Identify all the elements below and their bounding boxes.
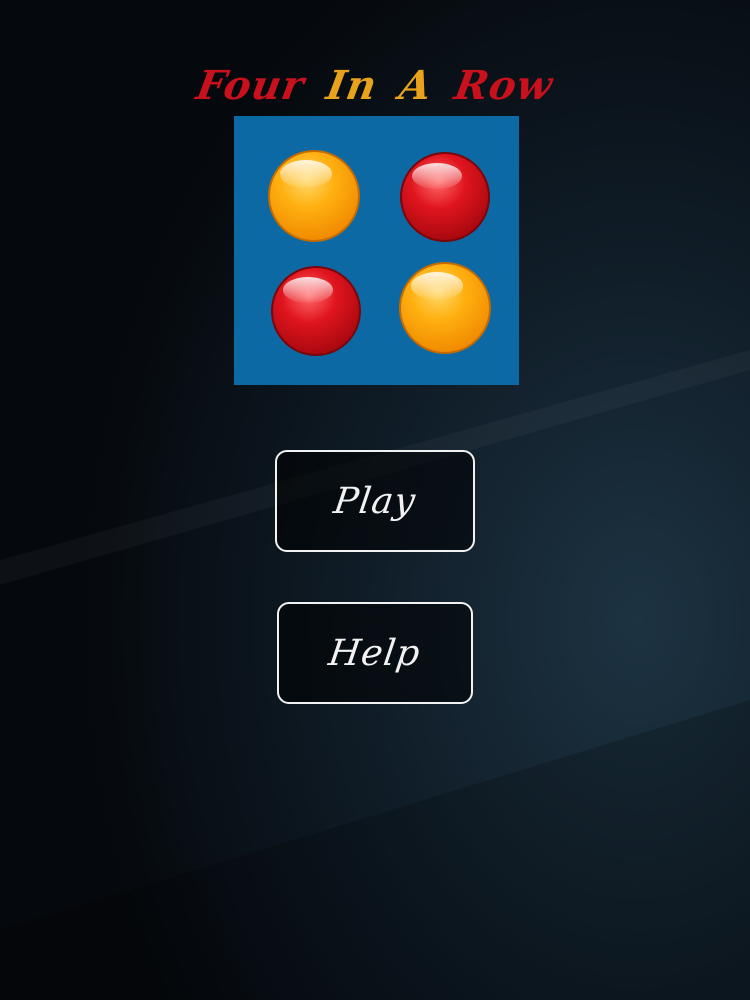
- help-button-label: Help: [326, 632, 424, 674]
- play-button[interactable]: Play: [275, 450, 475, 552]
- red-disc-icon: [271, 266, 361, 356]
- game-logo: [234, 116, 519, 385]
- orange-disc-icon: [268, 150, 360, 242]
- help-button[interactable]: Help: [277, 602, 473, 704]
- play-button-label: Play: [331, 480, 419, 522]
- title-word-in: In: [323, 62, 382, 109]
- orange-disc-icon: [399, 262, 491, 354]
- red-disc-icon: [400, 152, 490, 242]
- title-word-four: Four: [193, 62, 309, 109]
- title-word-a: A: [396, 62, 437, 109]
- title-word-row: Row: [451, 62, 557, 109]
- game-title: Four In A Row: [0, 58, 750, 114]
